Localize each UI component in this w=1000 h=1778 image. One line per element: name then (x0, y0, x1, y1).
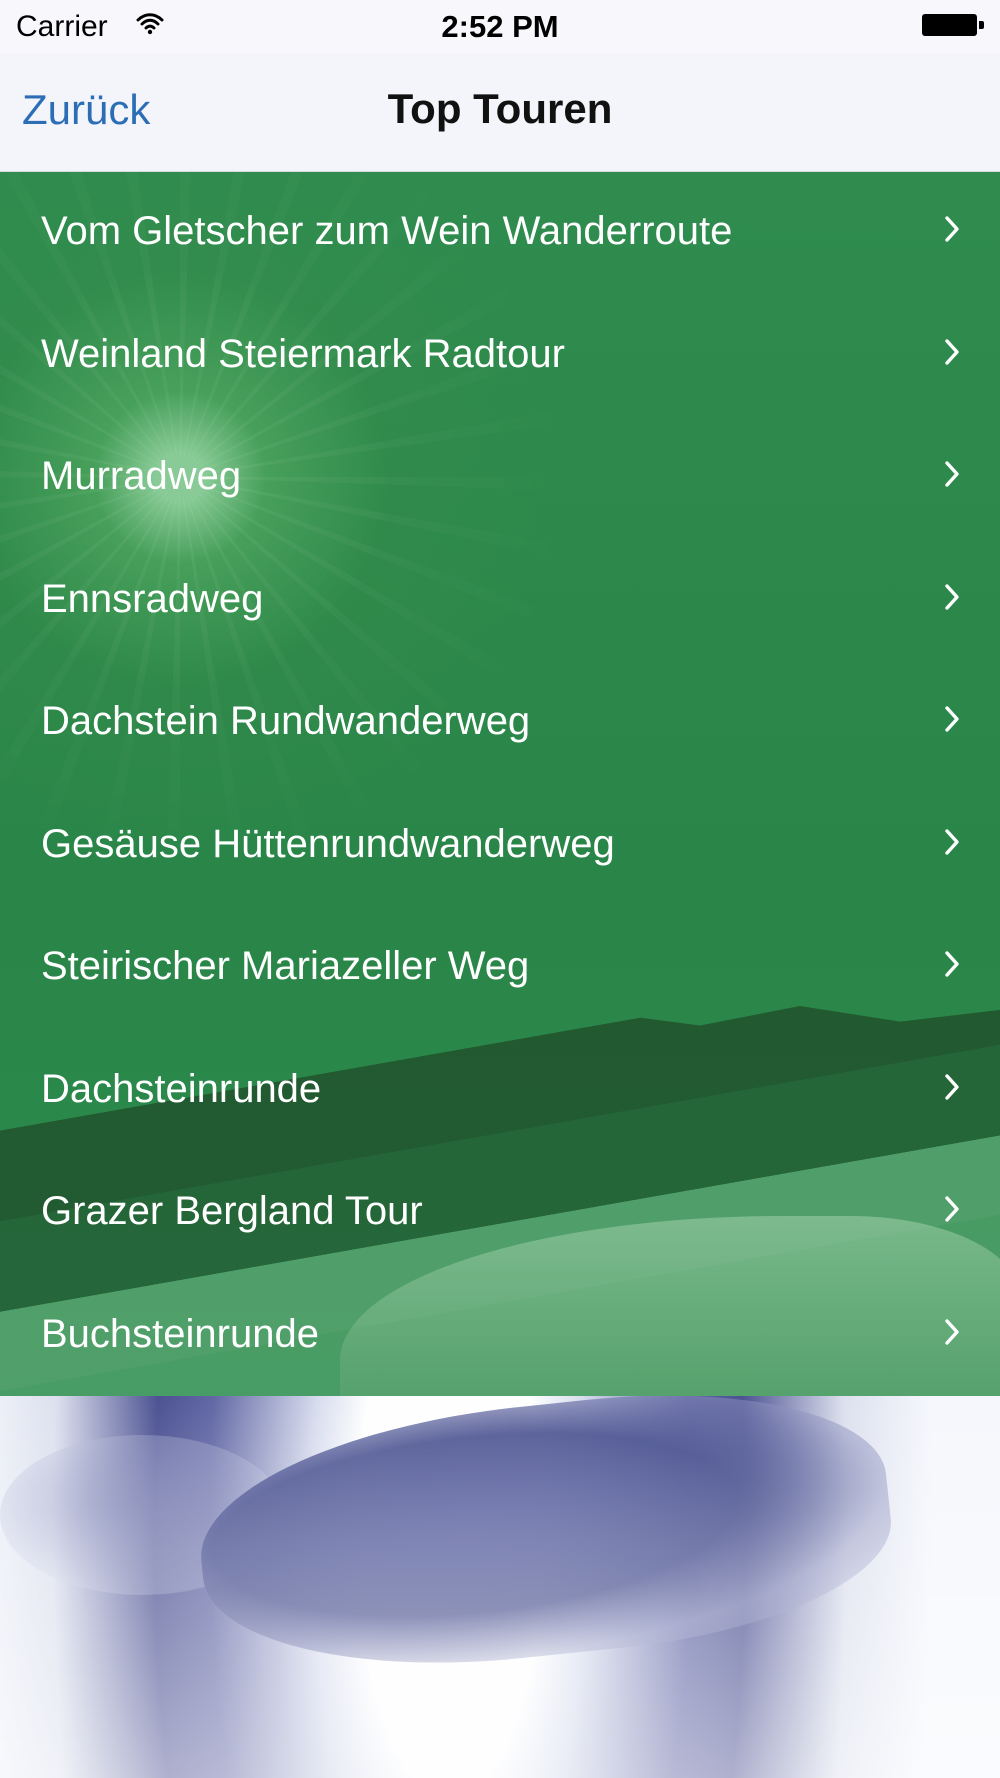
battery-tip (979, 21, 984, 29)
navigation-bar: Zurück Top Touren (0, 54, 1000, 172)
tour-list-item[interactable]: Gesäuse Hüttenrundwanderweg (0, 784, 1000, 907)
app-screen: Carrier 2:52 PM Zurück Top Touren Vom Gl… (0, 0, 1000, 1778)
background-snow-highlight (0, 1395, 1000, 1778)
chevron-right-icon (945, 461, 959, 487)
tour-label: Steirischer Mariazeller Weg (41, 944, 530, 988)
tour-list-item[interactable]: Dachsteinrunde (0, 1029, 1000, 1152)
tour-list-item[interactable]: Weinland Steiermark Radtour (0, 294, 1000, 417)
chevron-right-icon (945, 216, 959, 242)
tour-label: Murradweg (41, 454, 242, 498)
battery-body (922, 14, 977, 36)
tour-label: Vom Gletscher zum Wein Wanderroute (41, 209, 733, 253)
tour-list-item[interactable]: Steirischer Mariazeller Weg (0, 906, 1000, 1029)
tour-list-item[interactable]: Murradweg (0, 416, 1000, 539)
tour-label: Dachstein Rundwanderweg (41, 699, 531, 743)
battery-icon (922, 14, 984, 38)
tour-list-panel: Vom Gletscher zum Wein Wanderroute Weinl… (0, 171, 1000, 1396)
page-title: Top Touren (387, 85, 613, 132)
tour-list-item[interactable]: Grazer Bergland Tour (0, 1151, 1000, 1274)
tour-list-item[interactable]: Ennsradweg (0, 539, 1000, 662)
tour-label: Dachsteinrunde (41, 1066, 322, 1111)
chevron-right-icon (945, 338, 959, 365)
chevron-right-icon (945, 951, 959, 977)
tour-list-item[interactable]: Buchsteinrunde (0, 1274, 1000, 1397)
chevron-right-icon (945, 828, 959, 855)
status-bar: Carrier 2:52 PM (0, 0, 1000, 54)
tour-list: Vom Gletscher zum Wein Wanderroute Weinl… (0, 171, 1000, 1396)
chevron-right-icon (945, 1196, 959, 1222)
chevron-right-icon (945, 706, 959, 732)
tour-label: Buchsteinrunde (41, 1311, 319, 1356)
chevron-right-icon (945, 1318, 959, 1345)
tour-label: Gesäuse Hüttenrundwanderweg (41, 821, 615, 866)
chevron-right-icon (945, 583, 959, 610)
chevron-right-icon (945, 1073, 959, 1100)
tour-label: Ennsradweg (41, 576, 264, 621)
tour-list-item[interactable]: Dachstein Rundwanderweg (0, 661, 1000, 784)
tour-label: Weinland Steiermark Radtour (41, 331, 565, 376)
tour-label: Grazer Bergland Tour (41, 1189, 423, 1233)
tour-list-item[interactable]: Vom Gletscher zum Wein Wanderroute (0, 171, 1000, 294)
status-time: 2:52 PM (441, 9, 559, 44)
